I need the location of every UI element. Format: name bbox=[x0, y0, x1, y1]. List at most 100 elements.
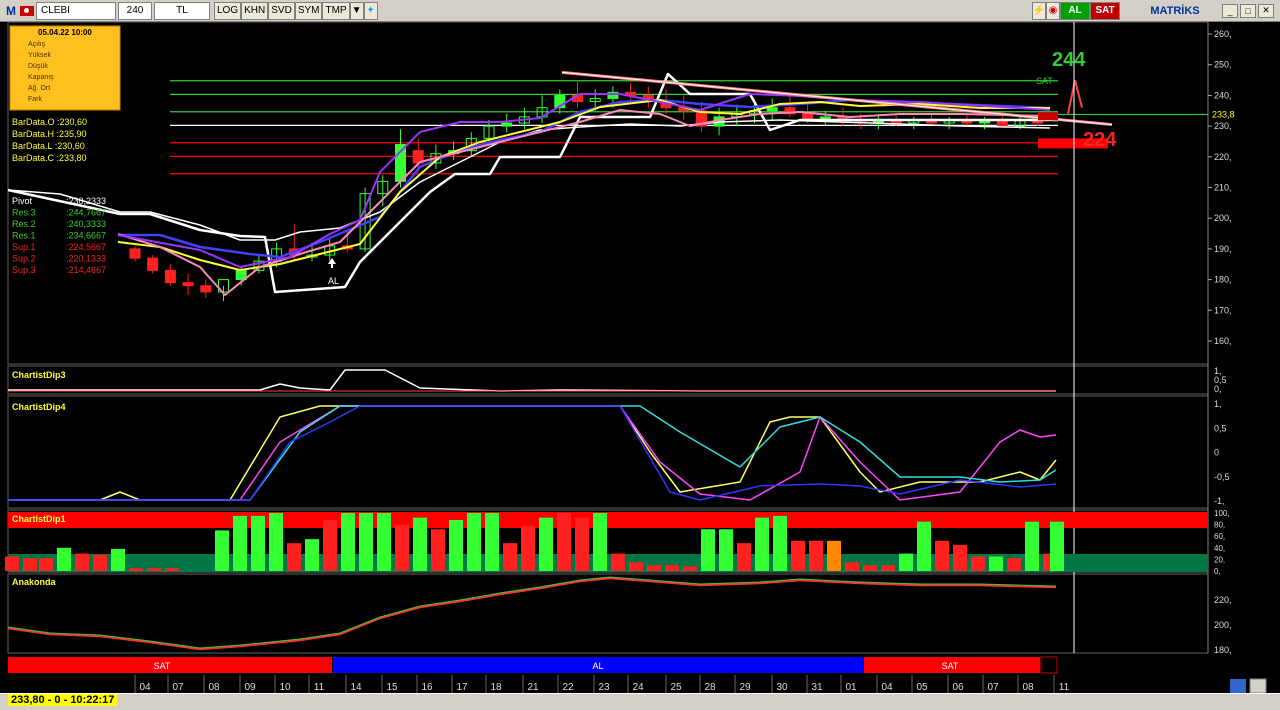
dip1-bar bbox=[881, 565, 895, 571]
dip1-bar bbox=[539, 517, 553, 571]
info-box-row: Kapanış bbox=[28, 74, 54, 81]
date-label: 23 bbox=[598, 682, 610, 693]
zoom-icon bbox=[1249, 678, 1267, 693]
date-label: 04 bbox=[139, 682, 151, 693]
dip1-tick-label: 80, bbox=[1214, 521, 1225, 530]
dip1-bar bbox=[701, 529, 715, 571]
lightning-icon[interactable]: ⚡ bbox=[1032, 1, 1046, 20]
date-label: 25 bbox=[670, 682, 682, 693]
date-label: 21 bbox=[527, 682, 539, 693]
close-icon[interactable]: ✕ bbox=[1258, 3, 1274, 18]
toolbar: M CLEBI 240 TL LOG KHN SVD SYM TMP ▼ ✦ ⚡… bbox=[0, 0, 1280, 22]
period-select[interactable]: 240 bbox=[118, 1, 152, 20]
dip1-bar bbox=[57, 547, 71, 571]
info-box-row: Fark bbox=[28, 96, 43, 103]
dip1-bar bbox=[111, 548, 125, 571]
price-tick-label: 160, bbox=[1214, 336, 1232, 346]
price-tick-label: 250, bbox=[1214, 60, 1232, 70]
last-price-badge: 233,8 bbox=[1212, 109, 1235, 119]
date-label: 07 bbox=[172, 682, 184, 693]
panel-title-dip3: ChartistDip3 bbox=[12, 370, 66, 380]
panel-title-dip1: ChartistDip1 bbox=[12, 514, 66, 524]
date-label: 22 bbox=[562, 682, 574, 693]
status-text: 233,80 - 0 - 10:22:17 bbox=[8, 694, 118, 706]
currency-select[interactable]: TL bbox=[154, 1, 210, 20]
symbol-input[interactable]: CLEBI bbox=[36, 1, 116, 20]
date-label: 28 bbox=[704, 682, 716, 693]
pivot-label: Res.3 bbox=[12, 208, 36, 218]
dip1-bar bbox=[5, 556, 19, 571]
maximize-icon[interactable]: □ bbox=[1240, 3, 1256, 18]
pivot-value: :230,2333 bbox=[66, 196, 106, 206]
candle-body bbox=[766, 107, 778, 112]
price-tick-label: 260, bbox=[1214, 29, 1232, 39]
dip1-bar bbox=[1007, 558, 1021, 571]
info-box-row: Ağ. Ort bbox=[28, 85, 50, 92]
dip1-bar bbox=[791, 540, 805, 571]
dip1-bar bbox=[39, 558, 53, 571]
dip1-bar bbox=[359, 513, 373, 571]
target-down-label: 224 bbox=[1083, 129, 1117, 151]
bird-icon[interactable]: ✦ bbox=[363, 1, 378, 20]
dip1-bar bbox=[413, 517, 427, 571]
signal-segment-empty bbox=[1040, 656, 1058, 674]
khn-button[interactable]: KHN bbox=[241, 1, 269, 20]
dip1-bar bbox=[665, 565, 679, 571]
sell-button[interactable]: SAT bbox=[1090, 1, 1120, 20]
dip1-bar bbox=[827, 540, 841, 571]
log-button[interactable]: LOG bbox=[214, 1, 242, 20]
dip1-bar bbox=[521, 525, 535, 571]
panel-title-anakonda: Anakonda bbox=[12, 577, 57, 587]
signal-label-sat-2: SAT bbox=[942, 661, 959, 671]
dip4-tick-label: 0,5 bbox=[1214, 423, 1227, 433]
dip4-tick-label: 1, bbox=[1214, 399, 1222, 409]
date-label: 01 bbox=[845, 682, 857, 693]
dip1-bar bbox=[395, 524, 409, 571]
dip1-bar bbox=[899, 553, 913, 571]
dip1-bar bbox=[629, 562, 643, 571]
alarm-icon[interactable]: ◉ bbox=[1046, 1, 1060, 20]
dip1-bar bbox=[449, 519, 463, 571]
dip1-bar bbox=[953, 544, 967, 571]
dip1-bar bbox=[719, 529, 733, 571]
signal-label-al: AL bbox=[592, 661, 603, 671]
info-box-row: Düşük bbox=[28, 63, 48, 70]
date-label: 16 bbox=[421, 682, 433, 693]
date-label: 08 bbox=[208, 682, 220, 693]
chart-area[interactable]: 260,250,240,230,220,210,200,190,180,170,… bbox=[0, 22, 1280, 693]
price-tick-label: 220, bbox=[1214, 152, 1232, 162]
svd-button[interactable]: SVD bbox=[268, 1, 295, 20]
dip1-bar bbox=[431, 529, 445, 571]
anakonda-tick-label: 200, bbox=[1214, 620, 1232, 630]
dip1-bar bbox=[845, 562, 859, 571]
dip4-tick-label: 0 bbox=[1214, 448, 1219, 458]
date-label: 24 bbox=[632, 682, 644, 693]
bardata-line: BarData.O :230,60 bbox=[12, 117, 87, 127]
dip1-bar bbox=[935, 540, 949, 571]
dip1-bar bbox=[989, 556, 1003, 571]
minimize-icon[interactable]: _ bbox=[1222, 3, 1238, 18]
dip1-tick-label: 0, bbox=[1214, 567, 1221, 576]
pivot-value: :244,7667 bbox=[66, 208, 106, 218]
sym-button[interactable]: SYM bbox=[294, 1, 323, 20]
date-label: 17 bbox=[456, 682, 468, 693]
tmp-button[interactable]: TMP bbox=[322, 1, 350, 20]
dip1-bar bbox=[377, 513, 391, 571]
pivot-value: :240,3333 bbox=[66, 219, 106, 229]
refresh-icon bbox=[1230, 679, 1246, 693]
price-tick-label: 200, bbox=[1214, 213, 1232, 223]
buy-button[interactable]: AL bbox=[1060, 1, 1090, 20]
candle-body bbox=[395, 144, 406, 182]
dip4-tick-label: -0,5 bbox=[1214, 472, 1230, 482]
dip1-bar bbox=[575, 517, 589, 571]
info-box-row: Yüksek bbox=[28, 52, 51, 59]
date-label: 07 bbox=[987, 682, 999, 693]
pivot-label: Pivot bbox=[12, 196, 33, 206]
dip1-bar bbox=[737, 543, 751, 571]
dip1-bar bbox=[557, 513, 571, 571]
bardata-line: BarData.H :235,90 bbox=[12, 129, 87, 139]
candle-body bbox=[200, 285, 212, 293]
chevron-down-icon[interactable]: ▼ bbox=[349, 1, 364, 20]
dip1-bar bbox=[611, 553, 625, 571]
dip1-bar bbox=[485, 513, 499, 571]
